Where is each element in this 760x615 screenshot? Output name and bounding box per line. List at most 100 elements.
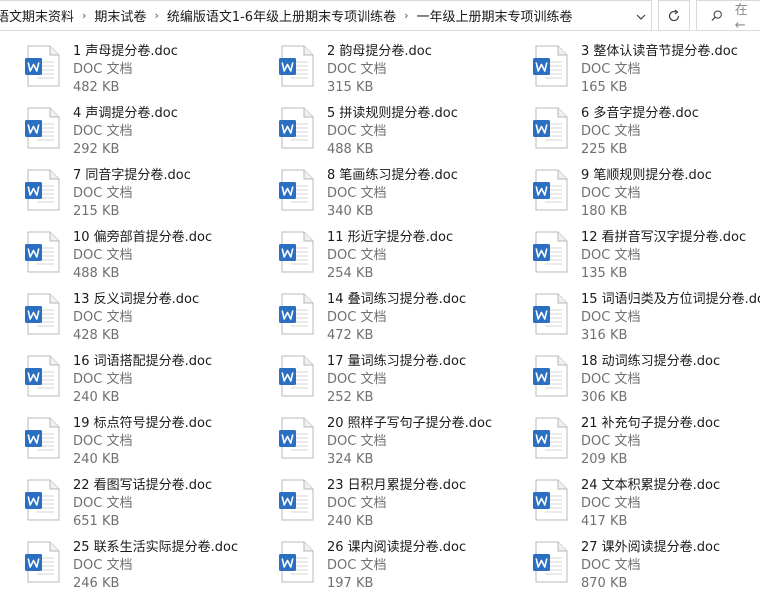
file-name: 4 声调提分卷.doc — [73, 106, 178, 121]
file-item[interactable]: 2 韵母提分卷.doc DOC 文档 315 KB — [254, 34, 508, 96]
file-type: DOC 文档 — [73, 62, 133, 77]
file-name: 27 课外阅读提分卷.doc — [581, 540, 721, 555]
file-type: DOC 文档 — [581, 372, 641, 387]
file-type: DOC 文档 — [73, 434, 133, 449]
file-name: 23 日积月累提分卷.doc — [327, 478, 467, 493]
word-doc-icon — [279, 169, 314, 211]
file-name: 16 词语搭配提分卷.doc — [73, 354, 213, 369]
word-doc-icon — [533, 45, 568, 87]
file-name: 9 笔顺规则提分卷.doc — [581, 168, 712, 183]
file-meta: 8 笔画练习提分卷.doc DOC 文档 340 KB — [327, 167, 458, 221]
word-doc-icon — [25, 417, 60, 459]
file-meta: 20 照样子写句子提分卷.doc DOC 文档 324 KB — [327, 415, 492, 469]
word-doc-icon — [25, 45, 60, 87]
word-doc-icon — [279, 541, 314, 583]
breadcrumb-item[interactable]: 期末试卷 — [92, 6, 148, 25]
word-doc-icon — [25, 231, 60, 273]
address-toolbar: 语文期末资料 › 期末试卷 › 统编版语文1-6年级上册期末专项训练卷 › 一年… — [0, 0, 760, 33]
search-box[interactable]: 在 ← — [696, 0, 760, 33]
file-item[interactable]: 24 文本积累提分卷.doc DOC 文档 417 KB — [508, 468, 760, 530]
file-meta: 5 拼读规则提分卷.doc DOC 文档 488 KB — [327, 105, 458, 159]
word-doc-icon — [279, 107, 314, 149]
file-type: DOC 文档 — [581, 124, 641, 139]
word-doc-icon — [25, 293, 60, 335]
breadcrumb-item[interactable]: 统编版语文1-6年级上册期末专项训练卷 — [165, 6, 398, 25]
refresh-button[interactable] — [658, 0, 690, 31]
file-item[interactable]: 1 声母提分卷.doc DOC 文档 482 KB — [0, 34, 254, 96]
file-size: 135 KB — [581, 266, 628, 281]
file-item[interactable]: 14 叠词练习提分卷.doc DOC 文档 472 KB — [254, 282, 508, 344]
file-item[interactable]: 9 笔顺规则提分卷.doc DOC 文档 180 KB — [508, 158, 760, 220]
file-item[interactable]: 13 反义词提分卷.doc DOC 文档 428 KB — [0, 282, 254, 344]
chevron-right-icon[interactable]: › — [148, 9, 164, 22]
file-meta: 1 声母提分卷.doc DOC 文档 482 KB — [73, 43, 178, 97]
file-item[interactable]: 11 形近字提分卷.doc DOC 文档 254 KB — [254, 220, 508, 282]
file-meta: 15 词语归类及方位词提分卷.doc DOC 文档 316 KB — [581, 291, 760, 345]
address-dropdown-button[interactable] — [630, 1, 651, 30]
file-type: DOC 文档 — [327, 434, 387, 449]
file-type: DOC 文档 — [581, 434, 641, 449]
word-doc-icon — [533, 541, 568, 583]
file-size: 240 KB — [73, 390, 120, 405]
file-size: 417 KB — [581, 514, 628, 529]
chevron-right-icon[interactable]: › — [76, 9, 92, 22]
file-item[interactable]: 12 看拼音写汉字提分卷.doc DOC 文档 135 KB — [508, 220, 760, 282]
file-meta: 17 量词练习提分卷.doc DOC 文档 252 KB — [327, 353, 466, 407]
file-name: 7 同音字提分卷.doc — [73, 168, 191, 183]
file-item[interactable]: 5 拼读规则提分卷.doc DOC 文档 488 KB — [254, 96, 508, 158]
file-meta: 21 补充句子提分卷.doc DOC 文档 209 KB — [581, 415, 720, 469]
file-type: DOC 文档 — [73, 248, 133, 263]
file-item[interactable]: 10 偏旁部首提分卷.doc DOC 文档 488 KB — [0, 220, 254, 282]
file-item[interactable]: 27 课外阅读提分卷.doc DOC 文档 870 KB — [508, 530, 760, 592]
file-item[interactable]: 8 笔画练习提分卷.doc DOC 文档 340 KB — [254, 158, 508, 220]
file-meta: 27 课外阅读提分卷.doc DOC 文档 870 KB — [581, 539, 720, 593]
file-size: 482 KB — [73, 80, 120, 95]
file-item[interactable]: 23 日积月累提分卷.doc DOC 文档 240 KB — [254, 468, 508, 530]
file-item[interactable]: 15 词语归类及方位词提分卷.doc DOC 文档 316 KB — [508, 282, 760, 344]
file-item[interactable]: 16 词语搭配提分卷.doc DOC 文档 240 KB — [0, 344, 254, 406]
file-size: 215 KB — [73, 204, 120, 219]
file-item[interactable]: 19 标点符号提分卷.doc DOC 文档 240 KB — [0, 406, 254, 468]
breadcrumb-item-current[interactable]: 一年级上册期末专项训练卷 — [414, 6, 574, 25]
breadcrumb-item[interactable]: 语文期末资料 — [0, 6, 76, 25]
word-doc-icon — [533, 479, 568, 521]
file-item[interactable]: 25 联系生活实际提分卷.doc DOC 文档 246 KB — [0, 530, 254, 592]
file-size: 209 KB — [581, 452, 628, 467]
word-doc-icon — [533, 293, 568, 335]
file-item[interactable]: 7 同音字提分卷.doc DOC 文档 215 KB — [0, 158, 254, 220]
file-item[interactable]: 20 照样子写句子提分卷.doc DOC 文档 324 KB — [254, 406, 508, 468]
chevron-right-icon[interactable]: › — [398, 9, 414, 22]
file-item[interactable]: 4 声调提分卷.doc DOC 文档 292 KB — [0, 96, 254, 158]
file-item[interactable]: 17 量词练习提分卷.doc DOC 文档 252 KB — [254, 344, 508, 406]
file-item[interactable]: 26 课内阅读提分卷.doc DOC 文档 197 KB — [254, 530, 508, 592]
file-type: DOC 文档 — [327, 496, 387, 511]
file-meta: 6 多音字提分卷.doc DOC 文档 225 KB — [581, 105, 699, 159]
file-grid: 1 声母提分卷.doc DOC 文档 482 KB 2 韵母提分卷.doc DO… — [0, 34, 760, 592]
file-meta: 23 日积月累提分卷.doc DOC 文档 240 KB — [327, 477, 466, 531]
search-placeholder: 在 ← — [734, 2, 748, 33]
file-name: 12 看拼音写汉字提分卷.doc — [581, 230, 747, 245]
file-item[interactable]: 21 补充句子提分卷.doc DOC 文档 209 KB — [508, 406, 760, 468]
file-type: DOC 文档 — [327, 558, 387, 573]
file-item[interactable]: 6 多音字提分卷.doc DOC 文档 225 KB — [508, 96, 760, 158]
file-item[interactable]: 22 看图写话提分卷.doc DOC 文档 651 KB — [0, 468, 254, 530]
address-bar[interactable]: 语文期末资料 › 期末试卷 › 统编版语文1-6年级上册期末专项训练卷 › 一年… — [0, 0, 652, 31]
file-name: 26 课内阅读提分卷.doc — [327, 540, 467, 555]
file-type: DOC 文档 — [327, 124, 387, 139]
file-type: DOC 文档 — [581, 310, 641, 325]
file-name: 19 标点符号提分卷.doc — [73, 416, 213, 431]
file-name: 5 拼读规则提分卷.doc — [327, 106, 458, 121]
file-size: 340 KB — [327, 204, 374, 219]
file-size: 246 KB — [73, 576, 120, 591]
file-item[interactable]: 3 整体认读音节提分卷.doc DOC 文档 165 KB — [508, 34, 760, 96]
file-type: DOC 文档 — [581, 62, 641, 77]
file-type: DOC 文档 — [73, 124, 133, 139]
file-size: 316 KB — [581, 328, 628, 343]
file-type: DOC 文档 — [73, 558, 133, 573]
file-meta: 18 动词练习提分卷.doc DOC 文档 306 KB — [581, 353, 720, 407]
file-item[interactable]: 18 动词练习提分卷.doc DOC 文档 306 KB — [508, 344, 760, 406]
file-type: DOC 文档 — [581, 558, 641, 573]
file-meta: 12 看拼音写汉字提分卷.doc DOC 文档 135 KB — [581, 229, 746, 283]
file-name: 14 叠词练习提分卷.doc — [327, 292, 467, 307]
file-size: 306 KB — [581, 390, 628, 405]
